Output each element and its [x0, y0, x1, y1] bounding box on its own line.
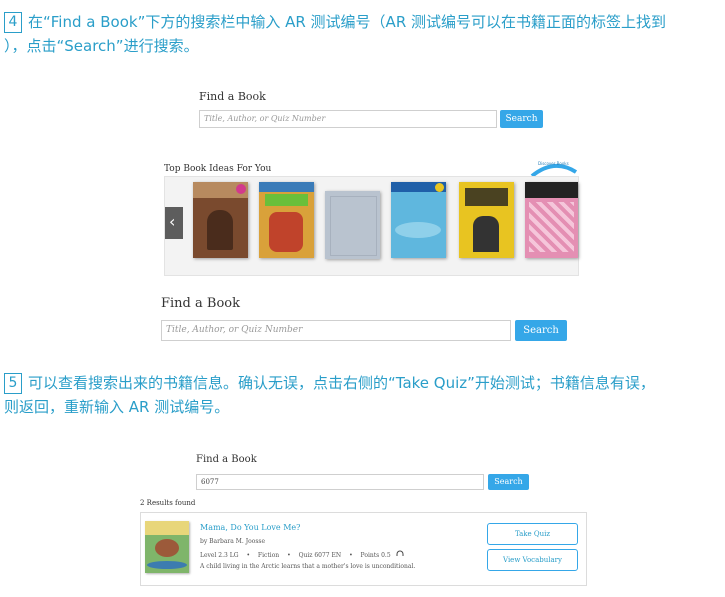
meta-separator: •: [349, 552, 353, 559]
meta-separator: •: [287, 552, 291, 559]
search-input[interactable]: Title, Author, or Quiz Number: [161, 320, 511, 341]
find-a-book-title: Find a Book: [161, 296, 240, 311]
book-cover-lunch-lady[interactable]: [459, 182, 514, 258]
step-4-line-1: 在“Find a Book”下方的搜索栏中输入 AR 测试编号（AR 测试编号可…: [28, 13, 667, 31]
result-summary: A child living in the Arctic learns that…: [200, 563, 416, 570]
search-button[interactable]: Search: [515, 320, 567, 341]
book-cover-mama[interactable]: [145, 521, 189, 573]
book-cover-whales[interactable]: [391, 182, 446, 258]
headphones-icon[interactable]: [396, 550, 404, 559]
chevron-left-icon: ‹: [169, 212, 176, 231]
search-placeholder: Title, Author, or Quiz Number: [204, 114, 326, 123]
carousel-title: Top Book Ideas For You: [164, 164, 272, 174]
book-cover-babymouse[interactable]: [525, 182, 578, 258]
step-4-line-2: ），点击“Search”进行搜索。: [4, 37, 199, 55]
search-input-value: 6077: [201, 478, 219, 486]
result-card: Mama, Do You Love Me? by Barbara M. Joos…: [140, 512, 587, 586]
discover-books-label: Discover Books: [538, 161, 569, 166]
result-quiz: Quiz 6077 EN: [298, 552, 342, 559]
step-number: 4: [4, 12, 22, 33]
result-points: Points 0.5: [360, 552, 391, 559]
view-vocabulary-button[interactable]: View Vocabulary: [487, 549, 578, 571]
carousel-prev-button[interactable]: ‹: [165, 207, 183, 239]
results-count: 2 Results found: [140, 499, 196, 507]
result-title[interactable]: Mama, Do You Love Me?: [200, 523, 300, 532]
result-author: by Barbara M. Joosse: [200, 538, 266, 545]
search-button[interactable]: Search: [488, 474, 529, 490]
search-input[interactable]: Title, Author, or Quiz Number: [199, 110, 497, 128]
take-quiz-button[interactable]: Take Quiz: [487, 523, 578, 545]
step-5-instruction: 5 可以查看搜索出来的书籍信息。确认无误，点击右侧的“Take Quiz”开始测试…: [4, 371, 722, 419]
book-cover-ruby-bridges[interactable]: [193, 182, 248, 258]
result-genre: Fiction: [257, 552, 280, 559]
step-5-line-2: 则返回，重新输入 AR 测试编号。: [4, 398, 230, 416]
step-number: 5: [4, 373, 22, 394]
step-5-line-1: 可以查看搜索出来的书籍信息。确认无误，点击右侧的“Take Quiz”开始测试；…: [28, 374, 655, 392]
meta-separator: •: [246, 552, 250, 559]
find-a-book-title: Find a Book: [196, 454, 257, 465]
search-input[interactable]: 6077: [196, 474, 484, 490]
search-placeholder: Title, Author, or Quiz Number: [166, 325, 303, 335]
find-a-book-title: Find a Book: [199, 90, 266, 103]
search-button[interactable]: Search: [500, 110, 543, 128]
book-cover-placeholder[interactable]: [325, 191, 380, 259]
result-level: Level 2.3 LG: [200, 552, 239, 559]
book-carousel: ‹: [164, 176, 579, 276]
step-4-instruction: 4 在“Find a Book”下方的搜索栏中输入 AR 测试编号（AR 测试编号…: [4, 10, 722, 58]
result-meta: Level 2.3 LG • Fiction • Quiz 6077 EN • …: [200, 550, 404, 559]
book-cover-mutant[interactable]: [259, 182, 314, 258]
